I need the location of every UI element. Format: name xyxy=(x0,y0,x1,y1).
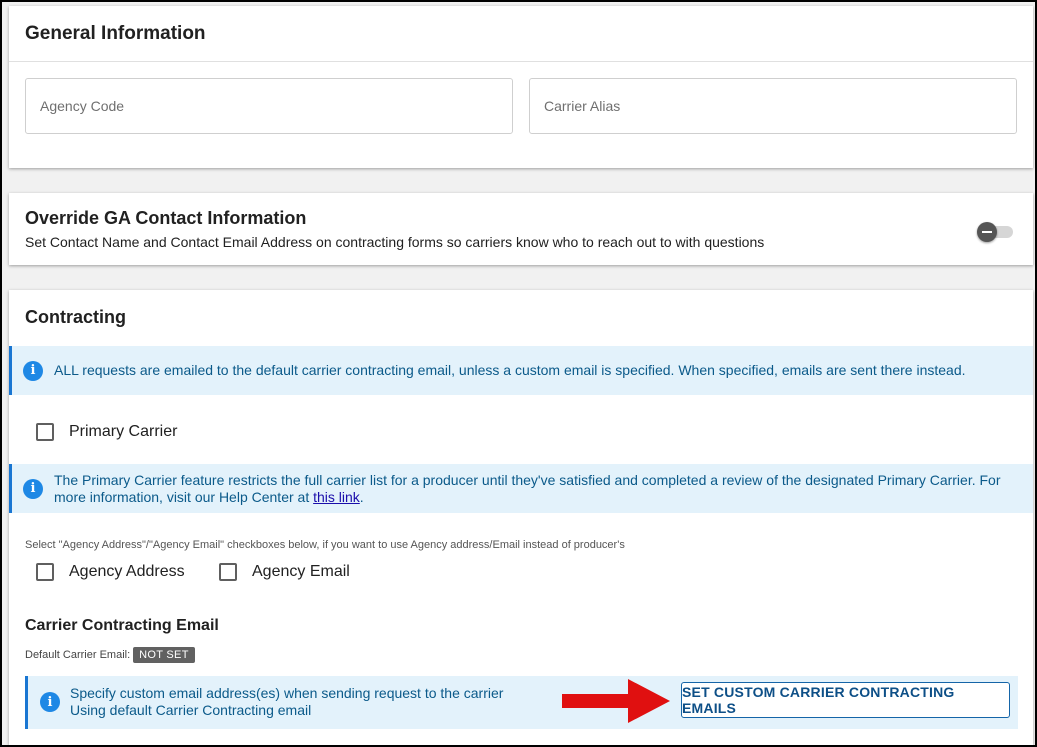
default-carrier-email-status-badge: NOT SET xyxy=(133,647,195,663)
contracting-card: Contracting i ALL requests are emailed t… xyxy=(9,290,1033,745)
override-contact-card: Override GA Contact Information Set Cont… xyxy=(9,193,1033,265)
default-email-alert-text: ALL requests are emailed to the default … xyxy=(54,362,966,378)
primary-carrier-info-end: . xyxy=(359,488,364,505)
agency-email-checkbox[interactable] xyxy=(219,563,237,581)
override-contact-toggle[interactable] xyxy=(977,222,1013,242)
general-information-card: General Information Agency Code Carrier … xyxy=(9,6,1033,168)
info-icon: i xyxy=(23,360,43,381)
set-custom-carrier-emails-button[interactable]: SET CUSTOM CARRIER CONTRACTING EMAILS xyxy=(681,682,1010,718)
primary-carrier-checkbox-row[interactable]: Primary Carrier xyxy=(36,423,177,441)
red-arrow-icon xyxy=(562,679,670,723)
override-contact-title: Override GA Contact Information xyxy=(25,208,307,228)
page-frame: General Information Agency Code Carrier … xyxy=(0,0,1037,747)
info-icon: i xyxy=(40,692,60,712)
agency-checkbox-hint: Select "Agency Address"/"Agency Email" c… xyxy=(25,539,625,551)
default-email-alert: i ALL requests are emailed to the defaul… xyxy=(9,346,1033,395)
agency-address-checkbox[interactable] xyxy=(36,563,54,581)
divider xyxy=(9,61,1033,62)
agency-email-checkbox-row[interactable]: Agency Email xyxy=(219,563,350,581)
primary-carrier-info-text: The Primary Carrier feature restricts th… xyxy=(54,471,1001,505)
help-center-link[interactable]: this link xyxy=(313,489,360,505)
general-information-title: General Information xyxy=(25,23,206,44)
custom-email-alert: i Specify custom email address(es) when … xyxy=(25,676,1018,729)
carrier-alias-placeholder: Carrier Alias xyxy=(544,98,621,114)
default-carrier-email-label: Default Carrier Email: xyxy=(25,649,131,661)
primary-carrier-alert: i The Primary Carrier feature restricts … xyxy=(9,464,1033,513)
carrier-contracting-email-title: Carrier Contracting Email xyxy=(25,617,219,634)
agency-address-checkbox-row[interactable]: Agency Address xyxy=(36,563,185,581)
agency-address-label: Agency Address xyxy=(69,563,185,580)
agency-email-label: Agency Email xyxy=(252,563,350,580)
carrier-alias-input[interactable]: Carrier Alias xyxy=(529,78,1017,134)
default-carrier-email-row: Default Carrier Email: NOT SET xyxy=(25,647,195,663)
agency-code-input[interactable]: Agency Code xyxy=(25,78,513,134)
primary-carrier-alert-text: The Primary Carrier feature restricts th… xyxy=(54,472,1014,506)
agency-code-placeholder: Agency Code xyxy=(40,98,125,114)
primary-carrier-checkbox[interactable] xyxy=(36,423,54,441)
custom-email-line-2: Using default Carrier Contracting email xyxy=(70,702,312,718)
custom-email-line-1: Specify custom email address(es) when se… xyxy=(70,685,504,701)
override-contact-subtitle: Set Contact Name and Contact Email Addre… xyxy=(25,234,765,250)
primary-carrier-label: Primary Carrier xyxy=(69,423,178,440)
contracting-title: Contracting xyxy=(25,307,126,327)
toggle-knob-minus-icon xyxy=(977,222,997,242)
info-icon: i xyxy=(23,478,43,499)
custom-email-alert-text: Specify custom email address(es) when se… xyxy=(70,685,503,719)
